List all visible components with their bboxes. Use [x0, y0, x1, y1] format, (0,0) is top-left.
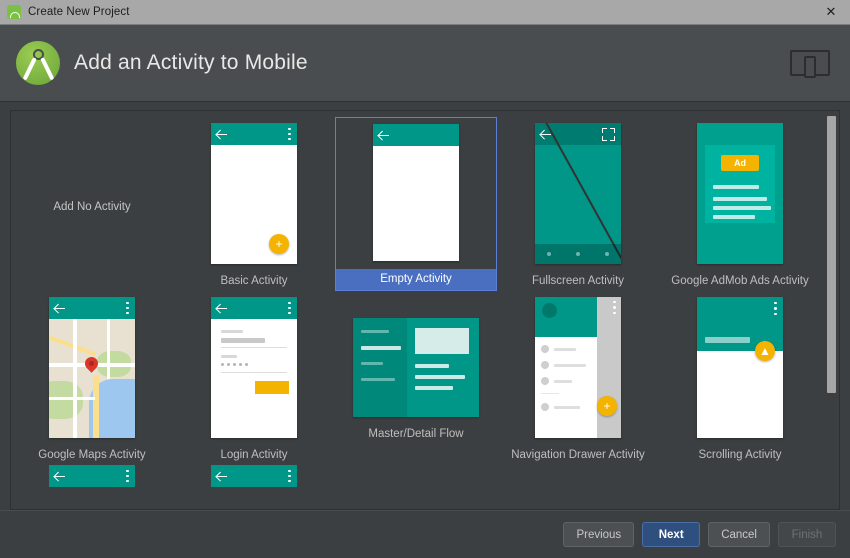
- tile-login-activity[interactable]: Login Activity: [173, 291, 335, 465]
- tile-partial[interactable]: [11, 465, 173, 505]
- password-dots: [221, 363, 248, 366]
- nav-dots: [535, 244, 621, 264]
- activity-gallery-area: Add No Activity + Basic Activity: [0, 102, 850, 510]
- thumb-scrolling-activity: ▲: [697, 297, 783, 438]
- tile-label: Basic Activity: [173, 273, 335, 290]
- arrow-back-icon: [55, 471, 65, 481]
- thumb-navigation-drawer: +: [535, 297, 621, 438]
- tile-google-maps-activity[interactable]: Google Maps Activity: [11, 291, 173, 465]
- thumb-maps-activity: [49, 297, 135, 438]
- next-button[interactable]: Next: [642, 522, 700, 547]
- tile-partial[interactable]: [173, 465, 335, 505]
- overflow-menu-icon: [288, 470, 291, 483]
- activity-scroll-pane: Add No Activity + Basic Activity: [10, 110, 840, 510]
- vertical-scrollbar[interactable]: [825, 112, 838, 508]
- thumb-login-activity: [211, 297, 297, 438]
- tile-label: Google AdMob Ads Activity: [659, 273, 821, 290]
- toolbar-title-bar: [705, 337, 750, 343]
- thumb-appbar: [373, 124, 459, 146]
- arrow-back-icon: [217, 471, 227, 481]
- fullscreen-expand-icon: [602, 128, 615, 141]
- tile-label: Scrolling Activity: [659, 447, 821, 464]
- tile-navigation-drawer-activity[interactable]: + Navigation Drawer Activity: [497, 291, 659, 465]
- tile-scrolling-activity[interactable]: ▲ Scrolling Activity: [659, 291, 821, 465]
- thumb-partial: [49, 465, 135, 487]
- phone-outline: [804, 56, 816, 78]
- overflow-menu-icon: [288, 302, 291, 315]
- activity-row: Google Maps Activity: [11, 291, 825, 465]
- arrow-back-icon: [55, 303, 65, 313]
- thumb-appbar: [211, 123, 297, 145]
- tile-fullscreen-activity[interactable]: Fullscreen Activity: [497, 117, 659, 291]
- tile-add-no-activity[interactable]: Add No Activity: [11, 117, 173, 291]
- drawer-panel: [535, 337, 597, 438]
- dialog-footer: Previous Next Cancel Finish: [0, 510, 850, 558]
- overflow-menu-icon: [126, 470, 129, 483]
- page-title: Add an Activity to Mobile: [74, 51, 308, 75]
- android-studio-logo: [16, 41, 60, 85]
- overflow-menu-icon: [774, 302, 777, 315]
- thumb-master-detail-flow: [353, 318, 479, 417]
- thumb-basic-activity: +: [211, 123, 297, 264]
- create-new-project-dialog: Create New Project ✕ Add an Activity to …: [0, 0, 850, 558]
- tile-label: Fullscreen Activity: [497, 273, 659, 290]
- thumb-partial: [211, 465, 297, 487]
- close-icon[interactable]: ✕: [812, 0, 850, 24]
- thumb-appbar: [211, 297, 297, 319]
- tile-empty-activity[interactable]: Empty Activity: [335, 117, 497, 291]
- thumb-admob-activity: Ad: [697, 123, 783, 264]
- overflow-menu-icon: [613, 301, 616, 314]
- arrow-back-icon: [217, 129, 227, 139]
- thumb-fullscreen-activity: [535, 123, 621, 264]
- avatar: [542, 303, 557, 318]
- tablet-phone-icon[interactable]: [790, 48, 830, 78]
- tile-label: Navigation Drawer Activity: [497, 447, 659, 464]
- tile-label: Google Maps Activity: [11, 447, 173, 464]
- previous-button[interactable]: Previous: [563, 522, 634, 547]
- thumb-empty-activity: [373, 124, 459, 261]
- map-canvas: [49, 319, 135, 438]
- overflow-menu-icon: [288, 128, 291, 141]
- ad-badge: Ad: [721, 155, 759, 171]
- thumb-appbar: [49, 297, 135, 319]
- tile-label: Empty Activity: [336, 269, 496, 290]
- tile-label: Master/Detail Flow: [335, 426, 497, 443]
- window-title: Create New Project: [28, 6, 130, 18]
- drawer-header: [535, 297, 597, 337]
- android-studio-icon: [7, 5, 21, 19]
- activity-row: Add No Activity + Basic Activity: [11, 117, 825, 291]
- fab-icon: ▲: [755, 341, 775, 361]
- scrollbar-thumb[interactable]: [827, 116, 836, 393]
- thumb-appbar: [211, 465, 297, 487]
- dialog-header: Add an Activity to Mobile: [0, 25, 850, 102]
- logo-legs: [24, 58, 53, 80]
- tile-master-detail-flow[interactable]: Master/Detail Flow: [335, 291, 497, 465]
- fab-icon: +: [597, 396, 617, 416]
- tile-label: Login Activity: [173, 447, 335, 464]
- cancel-button[interactable]: Cancel: [708, 522, 770, 547]
- thumb-appbar: [49, 465, 135, 487]
- admob-card: Ad: [705, 145, 775, 223]
- activity-grid: Add No Activity + Basic Activity: [11, 111, 825, 505]
- arrow-back-icon: [217, 303, 227, 313]
- tile-basic-activity[interactable]: + Basic Activity: [173, 117, 335, 291]
- overflow-menu-icon: [126, 302, 129, 315]
- fab-icon: +: [269, 234, 289, 254]
- finish-button: Finish: [778, 522, 836, 547]
- master-pane: [353, 318, 407, 417]
- tile-google-admob-ads-activity[interactable]: Ad Google AdMob Ads Activity: [659, 117, 821, 291]
- detail-pane: [407, 318, 479, 417]
- arrow-back-icon: [379, 130, 389, 140]
- activity-row-partial: [11, 465, 825, 505]
- window-titlebar: Create New Project ✕: [0, 0, 850, 25]
- login-button-shape: [255, 381, 289, 394]
- tile-label: Add No Activity: [53, 201, 130, 213]
